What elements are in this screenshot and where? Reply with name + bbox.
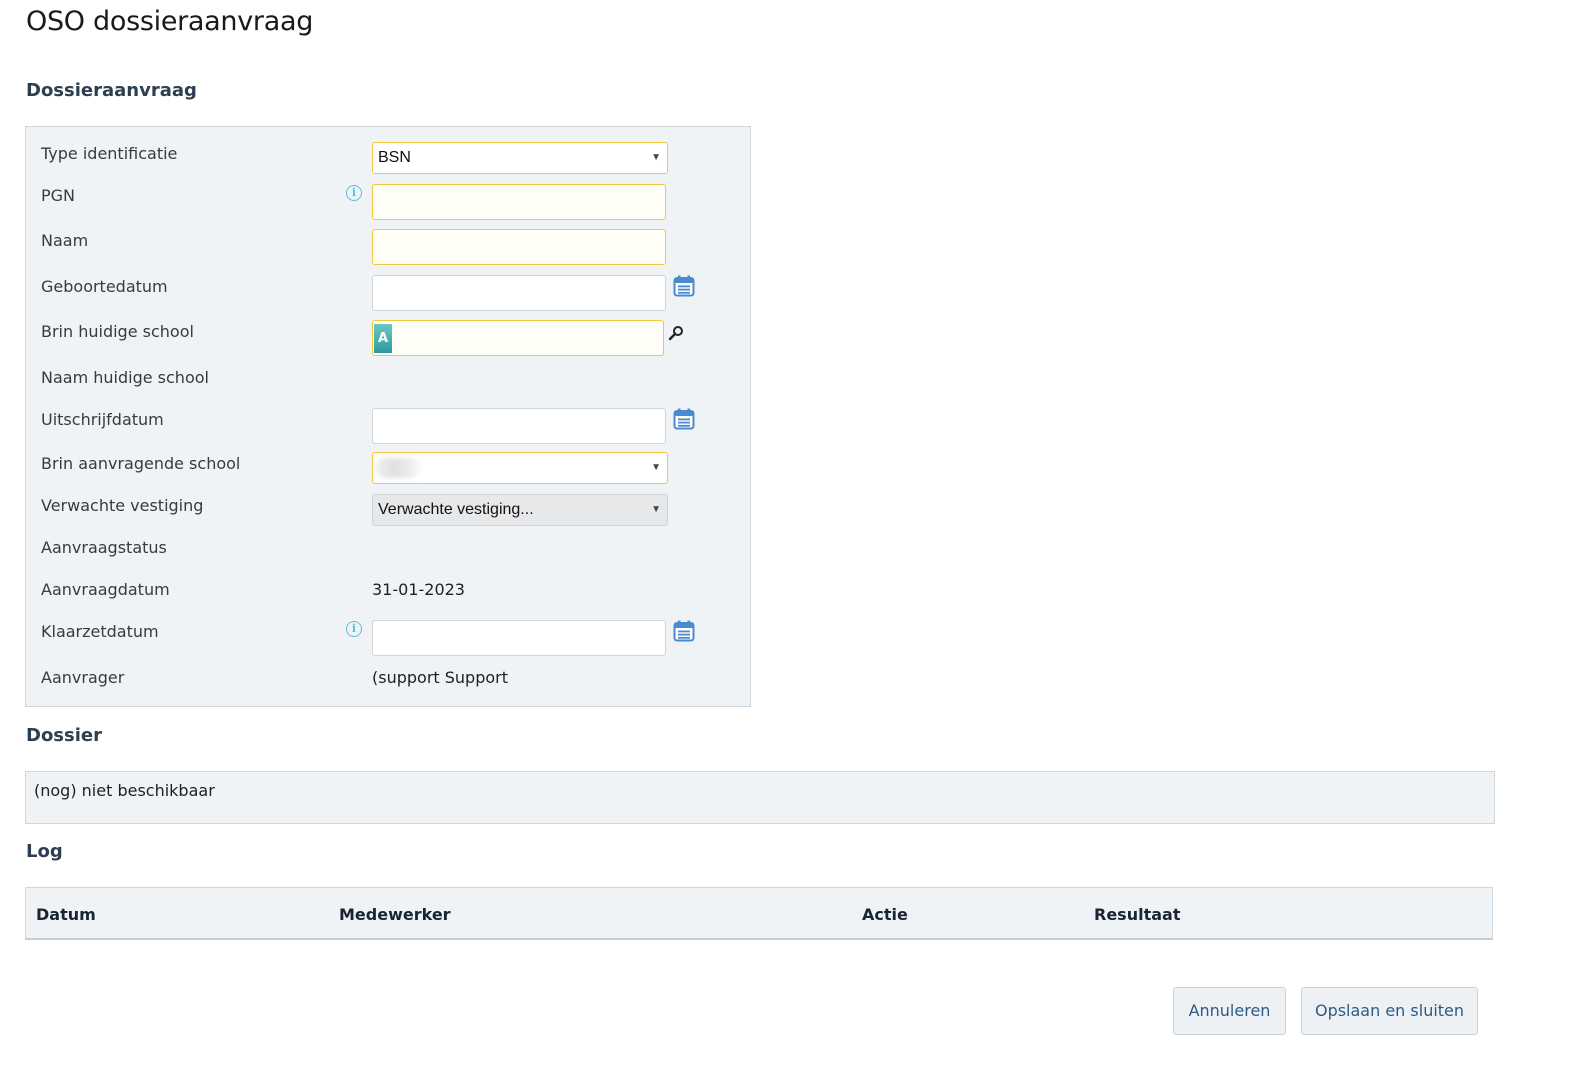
naam-input[interactable] (372, 229, 666, 265)
dossieraanvraag-form: Type identificatie BSN ▼ PGN i Naam Gebo… (25, 126, 751, 707)
klaarzetdatum-input[interactable] (372, 620, 666, 656)
klaarzetdatum-label: Klaarzetdatum (41, 622, 159, 641)
type-identificatie-select[interactable]: BSN ▼ (372, 142, 668, 174)
pgn-info-icon[interactable]: i (346, 185, 362, 201)
naam-huidige-school-label: Naam huidige school (41, 368, 209, 387)
type-identificatie-label: Type identificatie (41, 144, 178, 163)
pgn-input[interactable] (372, 184, 666, 220)
calendar-icon[interactable] (673, 408, 695, 430)
section-title-dossier: Dossier (26, 725, 102, 746)
cancel-button[interactable]: Annuleren (1173, 987, 1286, 1035)
uitschrijfdatum-input[interactable] (372, 408, 666, 444)
section-title-dossieraanvraag: Dossieraanvraag (26, 80, 197, 101)
dossier-panel: (nog) niet beschikbaar (25, 771, 1495, 824)
aanvrager-value: (support Support (372, 668, 509, 687)
redacted-brin-value (375, 458, 421, 478)
calendar-icon[interactable] (673, 275, 695, 297)
column-header-medewerker[interactable]: Medewerker (339, 905, 451, 924)
calendar-icon[interactable] (673, 620, 695, 642)
chevron-down-icon: ▼ (651, 152, 661, 163)
aanvrager-label: Aanvrager (41, 668, 125, 687)
verwachte-vestiging-select[interactable]: Verwachte vestiging... ▼ (372, 494, 668, 526)
uitschrijfdatum-label: Uitschrijfdatum (41, 410, 164, 429)
chevron-down-icon: ▼ (651, 462, 661, 473)
klaarzetdatum-info-icon[interactable]: i (346, 621, 362, 637)
dossier-status-text: (nog) niet beschikbaar (34, 781, 215, 800)
brin-aanvragende-school-select[interactable]: ▼ (372, 452, 668, 484)
geboortedatum-label: Geboortedatum (41, 277, 168, 296)
pgn-label: PGN (41, 186, 76, 205)
brin-aanvragende-school-label: Brin aanvragende school (41, 454, 241, 473)
brin-huidige-school-label: Brin huidige school (41, 322, 194, 341)
save-and-close-button[interactable]: Opslaan en sluiten (1301, 987, 1478, 1035)
verwachte-vestiging-value: Verwachte vestiging... (378, 501, 534, 518)
chevron-down-icon: ▼ (651, 504, 661, 515)
type-identificatie-value: BSN (378, 149, 411, 166)
aanvraagdatum-label: Aanvraagdatum (41, 580, 170, 599)
aanvraagstatus-label: Aanvraagstatus (41, 538, 167, 557)
autofill-badge: A (374, 324, 392, 353)
naam-label: Naam (41, 231, 89, 250)
page-title: OSO dossieraanvraag (26, 6, 314, 37)
column-header-resultaat[interactable]: Resultaat (1094, 905, 1180, 924)
search-icon[interactable] (668, 325, 684, 341)
geboortedatum-input[interactable] (372, 275, 666, 311)
section-title-log: Log (26, 841, 63, 862)
column-header-datum[interactable]: Datum (36, 905, 96, 924)
log-table-header: Datum Medewerker Actie Resultaat (25, 887, 1493, 940)
verwachte-vestiging-label: Verwachte vestiging (41, 496, 204, 515)
brin-huidige-school-input[interactable]: A (372, 320, 664, 356)
aanvraagdatum-value: 31-01-2023 (372, 580, 465, 599)
column-header-actie[interactable]: Actie (862, 905, 908, 924)
